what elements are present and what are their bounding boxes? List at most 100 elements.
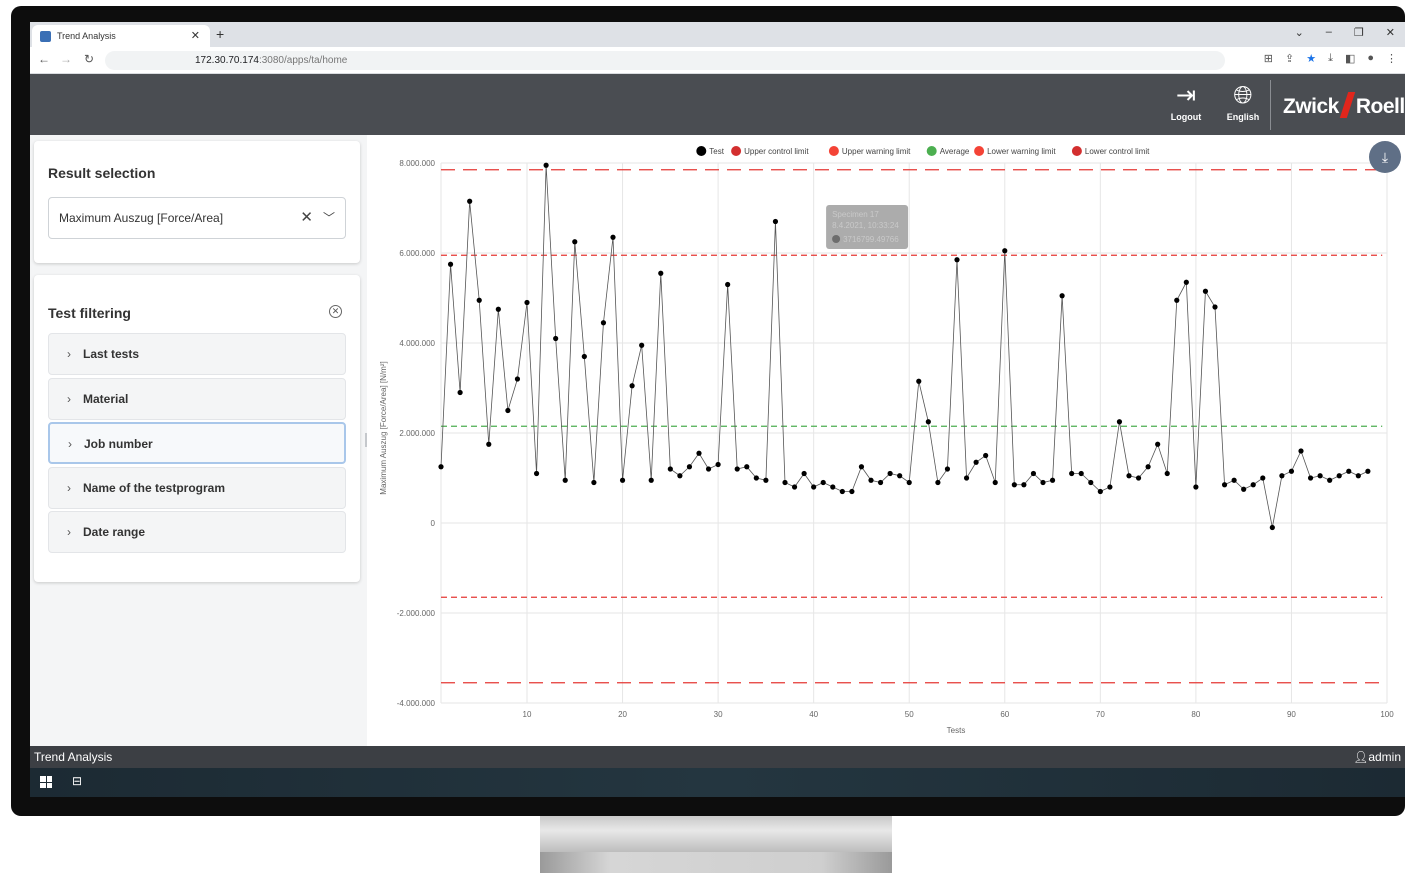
test-data-point xyxy=(811,484,817,490)
x-tick-label: 50 xyxy=(905,710,914,719)
trend-chart[interactable]: -4.000.000 -2.000.000 0 2.000.000 4.000.000 6… xyxy=(367,135,1405,746)
restore-icon[interactable]: ❐ xyxy=(1354,26,1364,39)
app-header: ⇥ Logout 🌐︎ English Zwick Roell xyxy=(30,74,1405,135)
legend-label: Lower control limit xyxy=(1085,147,1150,156)
filter-material[interactable]: › Material xyxy=(48,378,346,420)
test-data-point xyxy=(1030,470,1037,477)
test-data-point xyxy=(705,466,712,472)
filter-date-range[interactable]: › Date range xyxy=(48,511,346,553)
tooltip-value: 3716799.49766 xyxy=(843,235,899,244)
status-app-name: Trend Analysis xyxy=(34,750,113,764)
test-data-point xyxy=(1002,248,1008,254)
translate-icon[interactable]: ⊞ xyxy=(1264,52,1273,65)
test-data-point xyxy=(1365,468,1371,474)
url-host: 172.30.70.174 xyxy=(195,55,259,66)
url-input[interactable]: 172.30.70.174:3080/apps/ta/home xyxy=(105,51,1225,70)
new-tab-button[interactable]: + xyxy=(216,26,224,42)
tab-search-icon[interactable]: ⌄ xyxy=(1295,26,1304,39)
test-data-point xyxy=(686,464,693,470)
test-data-point xyxy=(1327,477,1333,483)
test-data-point xyxy=(1088,479,1094,486)
test-data-point xyxy=(619,477,626,483)
legend-marker xyxy=(926,146,937,156)
test-data-point xyxy=(715,461,721,468)
task-view-icon[interactable]: ⊟ xyxy=(72,774,82,788)
windows-start-icon[interactable] xyxy=(40,776,52,788)
test-data-point xyxy=(983,452,989,459)
logout-button[interactable]: ⇥ Logout xyxy=(1161,80,1211,122)
test-data-point xyxy=(820,479,826,486)
current-user[interactable]: 👤︎admin xyxy=(1353,746,1401,768)
test-data-point xyxy=(1069,470,1075,477)
download-icon[interactable]: ⤓ xyxy=(1328,52,1333,65)
download-chart-button[interactable]: ⤓ xyxy=(1369,141,1401,173)
menu-icon[interactable]: ⋮ xyxy=(1386,52,1397,65)
legend-label: Upper warning limit xyxy=(842,147,911,156)
language-label: English xyxy=(1226,112,1260,122)
x-tick-label: 70 xyxy=(1096,710,1105,719)
test-data-point xyxy=(1049,477,1056,483)
test-data-point xyxy=(944,466,951,472)
test-data-point xyxy=(1298,448,1304,454)
test-data-point xyxy=(925,419,931,425)
x-tick-label: 100 xyxy=(1380,710,1394,719)
test-data-point xyxy=(524,299,530,306)
x-tick-label: 20 xyxy=(618,710,627,719)
test-data-point xyxy=(734,466,740,472)
y-axis-title: Maximum Auszug [Force/Area] [N/m²] xyxy=(379,361,388,494)
test-data-point xyxy=(658,270,664,276)
sidebar: Result selection Maximum Auszug [Force/A… xyxy=(30,135,368,746)
brand-slash xyxy=(1339,92,1356,118)
browser-tab[interactable]: Trend Analysis ✕ xyxy=(32,25,210,47)
filter-job-number[interactable]: › Job number xyxy=(48,422,346,464)
x-axis-title: Tests xyxy=(947,726,966,735)
bookmark-star-icon[interactable]: ★ xyxy=(1306,52,1316,65)
brand-left: Zwick xyxy=(1283,95,1339,118)
minimize-icon[interactable]: – xyxy=(1326,26,1332,39)
test-data-point xyxy=(954,257,960,263)
test-data-point xyxy=(992,479,998,486)
filter-label: Name of the testprogram xyxy=(83,481,226,495)
clear-filters-icon[interactable]: ✕ xyxy=(329,305,342,318)
test-data-point xyxy=(1279,473,1285,479)
test-data-point xyxy=(1317,473,1323,479)
test-data-point xyxy=(1116,419,1123,425)
test-data-point xyxy=(887,470,893,477)
test-data-point xyxy=(667,466,673,472)
result-select[interactable]: Maximum Auszug [Force/Area] ✕ ﹀ xyxy=(48,197,346,239)
brand-right: Roell xyxy=(1355,95,1405,118)
close-tab-icon[interactable]: ✕ xyxy=(191,29,200,42)
forward-icon[interactable]: → xyxy=(60,52,72,66)
legend-label: Average xyxy=(940,147,970,156)
legend-marker xyxy=(1071,146,1082,156)
profile-icon[interactable]: ● xyxy=(1367,52,1374,65)
test-data-point xyxy=(1059,293,1065,299)
reload-icon[interactable]: ↻ xyxy=(84,52,94,66)
result-selection-card: Result selection Maximum Auszug [Force/A… xyxy=(34,141,360,263)
user-name: admin xyxy=(1368,750,1401,764)
back-icon[interactable]: ← xyxy=(38,52,50,66)
test-data-point xyxy=(447,261,454,267)
share-icon[interactable]: ⇪ xyxy=(1285,52,1294,65)
sidepanel-icon[interactable]: ◧ xyxy=(1345,52,1355,65)
test-data-point xyxy=(725,281,731,288)
logout-label: Logout xyxy=(1170,112,1202,122)
monitor-stand xyxy=(540,816,892,852)
close-window-icon[interactable]: ✕ xyxy=(1386,26,1395,39)
legend-marker xyxy=(696,146,707,156)
y-tick-label: 2.000.000 xyxy=(399,429,435,438)
test-data-point xyxy=(782,479,788,486)
clear-selection-icon[interactable]: ✕ xyxy=(300,198,313,238)
filter-testprogram-name[interactable]: › Name of the testprogram xyxy=(48,467,346,509)
test-data-point xyxy=(1241,486,1247,492)
filter-last-tests[interactable]: › Last tests xyxy=(48,333,346,375)
test-data-point xyxy=(610,234,616,240)
chevron-down-icon[interactable]: ﹀ xyxy=(323,198,335,238)
chevron-right-icon: › xyxy=(67,347,71,361)
test-data-point xyxy=(744,464,750,470)
test-data-point xyxy=(1231,477,1237,483)
language-button[interactable]: 🌐︎ English xyxy=(1218,80,1268,122)
y-tick-label: 0 xyxy=(431,519,436,528)
test-data-point xyxy=(1135,475,1142,481)
test-data-point xyxy=(897,473,903,479)
